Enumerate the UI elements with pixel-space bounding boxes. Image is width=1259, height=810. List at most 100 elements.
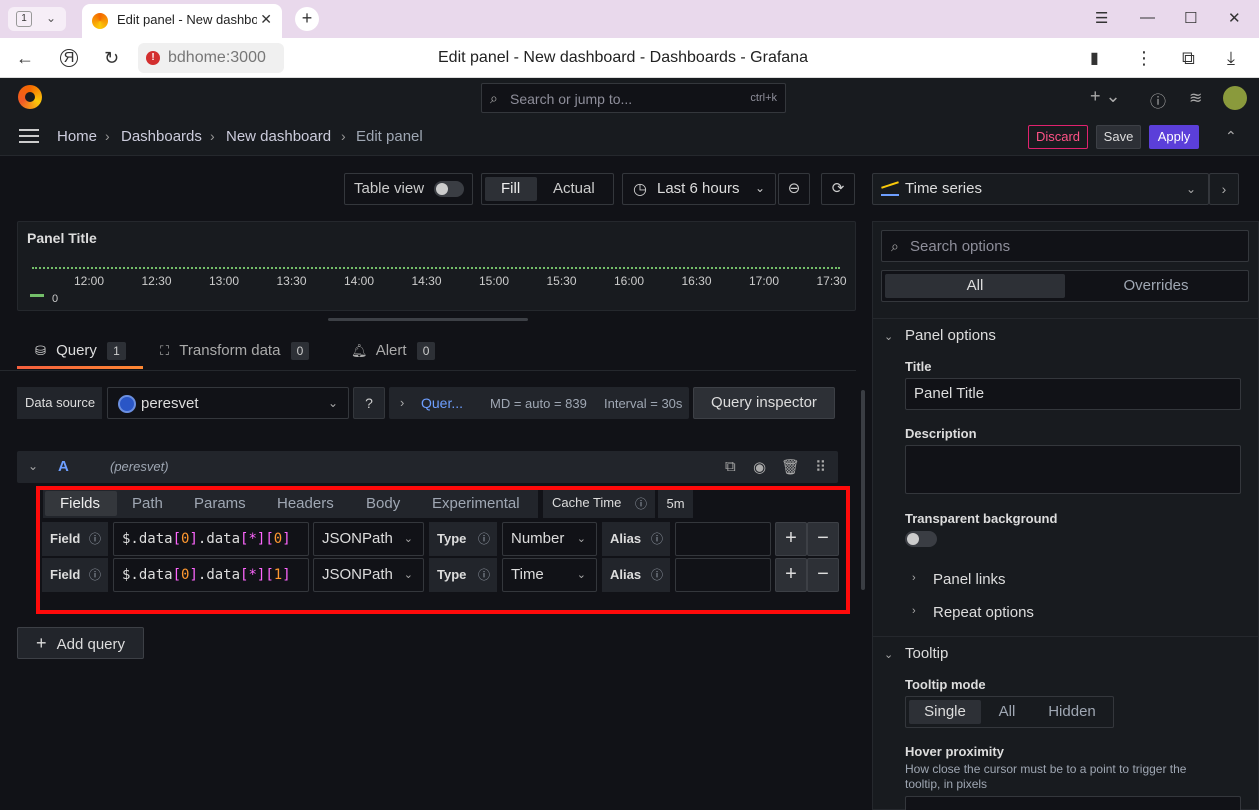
time-range-picker[interactable]: ◷ Last 6 hours ⌄ [622, 173, 776, 205]
query-inspector-button[interactable]: Query inspector [693, 387, 835, 419]
active-tab-indicator [17, 366, 143, 369]
chevron-up-icon[interactable]: ⌃ [1225, 128, 1237, 145]
browser-tab-active[interactable]: Edit panel - New dashboard - Dashboards … [82, 4, 282, 38]
reload-icon[interactable]: ↻ [104, 48, 119, 69]
warning-icon: ! [146, 51, 160, 65]
panel-links-header[interactable]: Panel links [933, 571, 1006, 588]
x-tick-label: 15:30 [546, 274, 577, 288]
time-range-label: Last 6 hours [657, 180, 740, 197]
refresh-icon: ⟳ [831, 180, 845, 197]
transparent-toggle[interactable] [905, 531, 937, 547]
query-options[interactable]: › Quer... MD = auto = 839 Interval = 30s [389, 387, 689, 419]
zoom-out-button[interactable]: ⊖ [778, 173, 810, 205]
chevron-down-icon[interactable]: ⌄ [884, 648, 893, 661]
discard-button[interactable]: Discard [1028, 125, 1088, 149]
plus-icon: + [35, 633, 47, 653]
tooltip-mode-all[interactable]: All [984, 700, 1030, 724]
collapse-options-button[interactable]: › [1209, 173, 1239, 205]
datasource-name: peresvet [141, 395, 199, 412]
url-host: bdhome:3000 [168, 49, 266, 66]
more-icon[interactable]: ⋮ [1135, 48, 1153, 69]
x-tick-label: 15:00 [479, 274, 510, 288]
chevron-right-icon[interactable]: › [912, 572, 916, 584]
chevron-down-icon[interactable]: ⌄ [28, 459, 38, 473]
repeat-options-header[interactable]: Repeat options [933, 604, 1034, 621]
tab-all[interactable]: All [885, 274, 1065, 298]
grafana-top-bar: ⌕ Search or jump to... ctrl+k + ⌄ ⓘ ≋ [0, 78, 1259, 118]
breadcrumb-dashboards[interactable]: Dashboards [121, 128, 202, 145]
panel-splitter[interactable] [328, 318, 528, 321]
grafana-logo-icon[interactable] [18, 85, 42, 109]
chevron-down-icon: ⌄ [755, 181, 766, 195]
highlight-box [36, 486, 850, 614]
toggle-switch[interactable] [434, 181, 464, 197]
fill-actual-segment: Fill Actual [481, 173, 614, 205]
tab-alert[interactable]: 🔔︎ Alert 0 [351, 342, 436, 360]
datasource-select[interactable]: peresvet ⌄ [107, 387, 349, 419]
bookmark-icon[interactable]: ▮ [1090, 48, 1099, 68]
maximize-icon[interactable]: ☐ [1184, 9, 1197, 27]
save-button[interactable]: Save [1096, 125, 1141, 149]
breadcrumb-new-dashboard[interactable]: New dashboard [226, 128, 331, 145]
tab-query[interactable]: ⛁ Query 1 [35, 342, 126, 360]
add-new-icon[interactable]: + ⌄ [1090, 86, 1121, 107]
add-query-button[interactable]: + Add query [17, 627, 144, 659]
eye-icon[interactable]: ◉ [753, 458, 766, 476]
tooltip-header[interactable]: Tooltip [905, 645, 948, 662]
menu-hamburger-icon[interactable] [19, 129, 39, 143]
description-textarea[interactable] [905, 445, 1241, 494]
download-icon[interactable]: ⤓ [1227, 48, 1235, 69]
fill-option[interactable]: Fill [501, 180, 520, 197]
table-view-toggle[interactable]: Table view [344, 173, 473, 205]
new-tab-button[interactable]: + [295, 7, 319, 31]
yandex-icon[interactable]: Я [60, 49, 78, 67]
drag-handle-icon[interactable]: ⠿ [815, 458, 826, 476]
duplicate-icon[interactable]: ⧉ [725, 458, 736, 475]
tab-alert-label: Alert [375, 342, 407, 359]
help-icon[interactable]: ⓘ [1150, 88, 1166, 112]
datasource-help-button[interactable]: ? [353, 387, 385, 419]
hover-proximity-input[interactable] [905, 796, 1241, 810]
minimize-icon[interactable]: — [1140, 9, 1155, 26]
add-query-label: Add query [56, 636, 126, 653]
x-tick-label: 16:00 [614, 274, 645, 288]
scrollbar[interactable] [861, 390, 865, 590]
search-placeholder: Search or jump to... [510, 91, 633, 107]
database-icon: ⛁ [35, 343, 46, 358]
panel-options-header[interactable]: Panel options [905, 327, 996, 344]
tooltip-mode-hidden[interactable]: Hidden [1034, 700, 1110, 724]
tooltip-mode-single[interactable]: Single [909, 700, 981, 724]
query-ref-id[interactable]: A [58, 458, 69, 475]
tab-counter[interactable]: 1 ⌄ [8, 7, 66, 31]
search-input[interactable]: ⌕ Search or jump to... ctrl+k [481, 83, 786, 113]
chevron-down-icon[interactable]: ⌄ [884, 330, 893, 343]
apply-button[interactable]: Apply [1149, 125, 1199, 149]
search-options-input[interactable]: ⌕ Search options [881, 230, 1249, 262]
query-options-link[interactable]: Quer... [421, 395, 463, 411]
query-row-header[interactable]: ⌄ A (peresvet) ⧉ ◉ 🗑︎ ⠿ [17, 451, 838, 483]
menu-icon[interactable]: ☰ [1095, 9, 1108, 27]
datasource-label: Data source [17, 387, 102, 419]
url-field[interactable]: ! bdhome:3000 [138, 43, 284, 73]
breadcrumb-home[interactable]: Home [57, 128, 97, 145]
x-tick-label: 14:00 [344, 274, 375, 288]
series-line [32, 267, 840, 269]
transform-icon: ⛶ [160, 343, 170, 358]
tab-alert-count: 0 [416, 342, 436, 360]
interval: Interval = 30s [604, 396, 683, 411]
close-tab-icon[interactable]: ✕ [260, 11, 272, 28]
back-arrow-icon[interactable]: ← [16, 48, 34, 69]
chevron-right-icon[interactable]: › [912, 605, 916, 617]
refresh-button[interactable]: ⟳ [821, 173, 855, 205]
visualization-picker[interactable]: Time series ⌄ [872, 173, 1209, 205]
news-rss-icon[interactable]: ≋ [1189, 88, 1202, 108]
collections-icon[interactable]: ⧉ [1182, 48, 1195, 69]
avatar[interactable] [1223, 86, 1247, 110]
close-window-icon[interactable]: ✕ [1228, 9, 1241, 27]
tab-transform[interactable]: ⛶ Transform data 0 [160, 342, 310, 360]
trash-icon[interactable]: 🗑︎ [781, 458, 800, 476]
actual-option[interactable]: Actual [553, 180, 595, 197]
chevron-down-icon: ⌄ [1185, 182, 1196, 196]
tab-overrides[interactable]: Overrides [1066, 274, 1246, 298]
title-input[interactable]: Panel Title [905, 378, 1241, 410]
